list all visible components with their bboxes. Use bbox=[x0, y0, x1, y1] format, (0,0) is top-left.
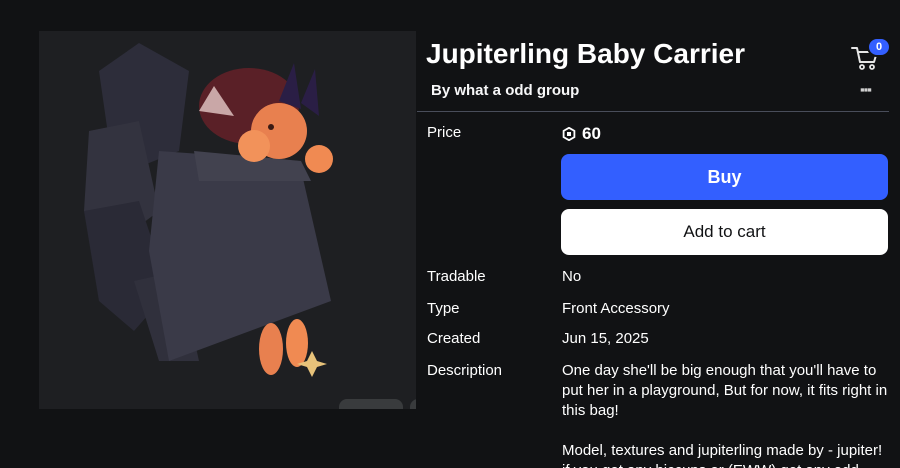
try-on-button[interactable]: Try On bbox=[339, 399, 403, 409]
item-detail-page: Try On 2D Jupiterling Baby Carrier By wh… bbox=[0, 0, 900, 468]
more-dots-icon[interactable]: ▪▪▪ bbox=[860, 82, 872, 97]
type-value: Front Accessory bbox=[562, 300, 670, 317]
tradable-value: No bbox=[562, 268, 582, 285]
price-value: 60 bbox=[582, 124, 601, 143]
header-divider bbox=[417, 111, 889, 112]
type-label: Type bbox=[427, 300, 460, 317]
creator-link[interactable]: what a odd group bbox=[454, 82, 579, 99]
creator-byline: By what a odd group bbox=[431, 82, 579, 99]
byline-prefix: By bbox=[431, 82, 455, 99]
add-to-cart-button[interactable]: Add to cart bbox=[561, 209, 888, 255]
item-preview[interactable]: Try On 2D bbox=[39, 31, 416, 409]
created-label: Created bbox=[427, 330, 481, 347]
created-value: Jun 15, 2025 bbox=[562, 330, 649, 347]
tradable-label: Tradable bbox=[427, 268, 486, 285]
price-label: Price bbox=[427, 124, 462, 141]
item-title: Jupiterling Baby Carrier bbox=[426, 38, 745, 69]
price-display: 60 bbox=[562, 124, 601, 144]
buy-button[interactable]: Buy bbox=[561, 154, 888, 200]
cart-count-badge: 0 bbox=[867, 37, 891, 57]
robux-icon bbox=[562, 127, 576, 141]
description-text: One day she'll be big enough that you'll… bbox=[562, 362, 888, 468]
description-label: Description bbox=[427, 362, 503, 379]
item-3d-model-render bbox=[84, 43, 333, 377]
